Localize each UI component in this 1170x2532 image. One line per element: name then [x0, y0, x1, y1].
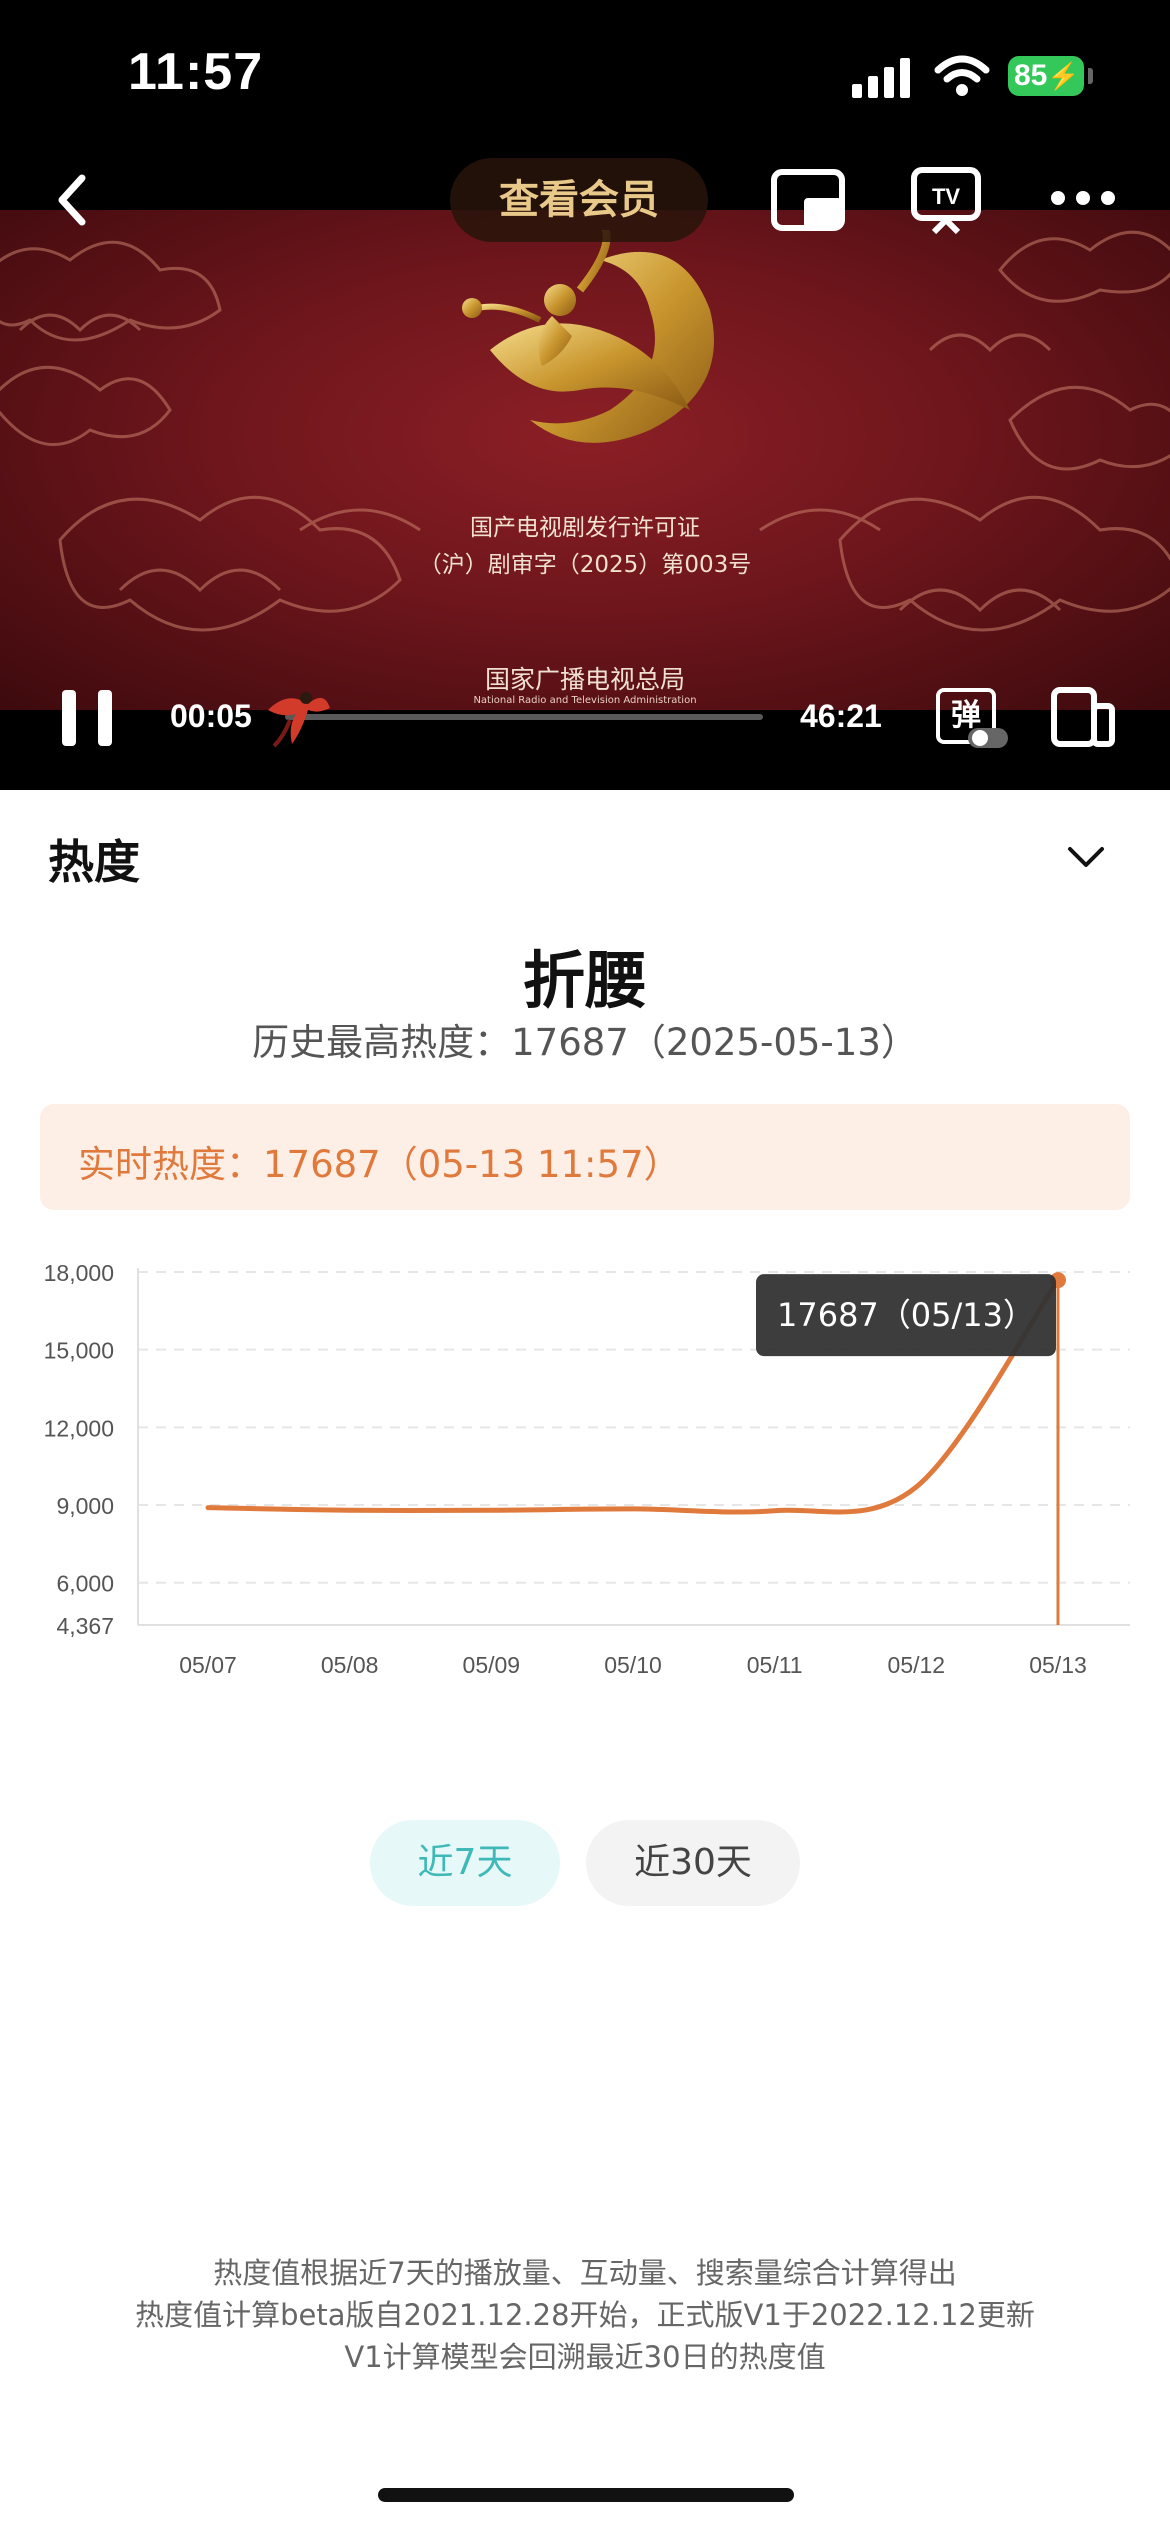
y-tick-label: 4,367 — [56, 1613, 114, 1639]
more-icon[interactable] — [1050, 190, 1116, 206]
tab-30-days[interactable]: 近30天 — [586, 1820, 800, 1906]
history-high: 历史最高热度：17687（2025-05-13） — [252, 1021, 918, 1064]
footnote-line3: V1计算模型会回溯最近30日的热度值 — [344, 2340, 826, 2374]
realtime-heat-box: 实时热度：17687（05-13 11:57） — [40, 1104, 1130, 1210]
y-tick-label: 6,000 — [56, 1571, 114, 1597]
wifi-icon — [934, 55, 990, 96]
footnote-line1: 热度值根据近7天的播放量、互动量、搜索量综合计算得出 — [213, 2256, 957, 2290]
svg-text:TV: TV — [932, 184, 960, 209]
progress-thumb-dancer-icon[interactable] — [260, 680, 334, 754]
current-time: 00:05 — [170, 698, 252, 734]
x-tick-label: 05/12 — [888, 1652, 946, 1678]
total-time: 46:21 — [800, 698, 882, 734]
status-time: 11:57 — [128, 43, 264, 101]
status-bar: 11:57 85⚡ — [0, 0, 1170, 150]
heat-chart[interactable]: 18,000 15,000 12,000 9,000 6,000 4,367 05/07 05… — [0, 1240, 1170, 1700]
x-tick-label: 05/08 — [321, 1652, 379, 1678]
section-title: 热度 — [48, 835, 140, 889]
show-title: 折腰 — [522, 944, 647, 1017]
progress-bar[interactable] — [285, 714, 763, 720]
x-tick-label: 05/11 — [747, 1652, 803, 1678]
danmaku-toggle[interactable] — [968, 728, 1008, 748]
x-tick-label: 05/07 — [179, 1652, 237, 1678]
tab-7-days[interactable]: 近7天 — [370, 1820, 560, 1906]
signal-icon — [852, 58, 910, 98]
realtime-heat: 实时热度：17687（05-13 11:57） — [78, 1143, 681, 1186]
battery-indicator: 85⚡ — [1008, 56, 1084, 96]
x-tick-label: 05/10 — [604, 1652, 662, 1678]
footnote-line2: 热度值计算beta版自2021.12.28开始，正式版V1于2022.12.12… — [135, 2298, 1035, 2332]
apsara-emblem — [462, 230, 714, 443]
view-vip-button[interactable]: 查看会员 — [450, 158, 708, 242]
x-tick-label: 05/09 — [463, 1652, 521, 1678]
battery-cap — [1088, 68, 1093, 84]
charging-icon: ⚡ — [1047, 61, 1080, 91]
pause-icon[interactable] — [60, 688, 116, 748]
back-icon[interactable] — [50, 172, 96, 228]
y-tick-label: 9,000 — [56, 1493, 114, 1519]
y-tick-label: 15,000 — [44, 1338, 114, 1364]
y-tick-label: 12,000 — [44, 1415, 114, 1441]
y-tick-label: 18,000 — [44, 1260, 114, 1286]
chevron-down-icon[interactable] — [1066, 844, 1106, 870]
home-indicator — [378, 2488, 794, 2502]
x-tick-label: 05/13 — [1029, 1652, 1087, 1678]
license-line1: 国产电视剧发行许可证 — [470, 515, 700, 541]
tv-cast-icon[interactable]: TV — [910, 166, 982, 236]
rotate-icon[interactable] — [1050, 686, 1116, 748]
license-line2: （沪）剧审字（2025）第003号 — [418, 552, 752, 578]
tooltip-text: 17687（05/13） — [777, 1296, 1035, 1334]
pip-icon[interactable] — [770, 168, 846, 232]
battery-level: 85 — [1014, 59, 1048, 92]
video-player[interactable]: 国产电视剧发行许可证 （沪）剧审字（2025）第003号 国家广播电视总局 Na… — [0, 210, 1170, 710]
